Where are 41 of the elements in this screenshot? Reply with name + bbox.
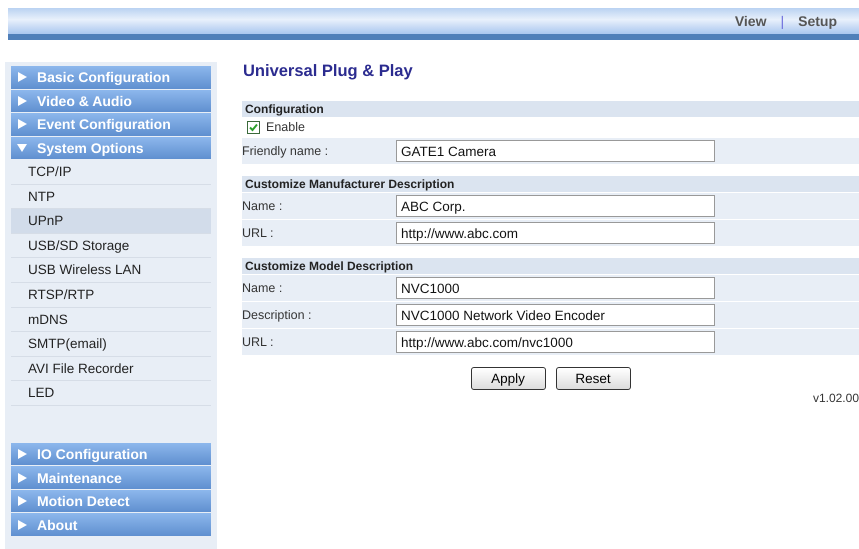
input-field[interactable]: http://www.abc.com <box>396 222 715 244</box>
form-button[interactable]: Reset <box>556 367 630 390</box>
menu-item[interactable]: SMTP(email) <box>11 332 211 357</box>
input-field[interactable]: ABC Corp. <box>396 195 715 217</box>
menu-item[interactable]: mDNS <box>11 308 211 332</box>
menu-item[interactable]: USB/SD Storage <box>11 234 211 258</box>
caret-down-icon <box>17 142 27 153</box>
page-title: Universal Plug & Play <box>243 62 414 81</box>
version-label: v1.02.00 <box>812 391 859 405</box>
nav-separator: | <box>780 13 784 29</box>
section-heading: Customize Manufacturer Description <box>242 176 859 192</box>
field-label: URL : <box>242 335 274 349</box>
form-button[interactable]: Apply <box>470 367 546 390</box>
input-field[interactable]: GATE1 Camera <box>396 140 715 162</box>
section-heading: Configuration <box>242 101 859 117</box>
input-field[interactable]: NVC1000 <box>396 277 715 299</box>
field-label: Name : <box>242 199 284 213</box>
caret-right-icon <box>17 496 27 506</box>
field-label: Name : <box>242 281 284 295</box>
input-field[interactable]: NVC1000 Network Video Encoder <box>396 304 715 326</box>
menu-item[interactable]: TCP/IP <box>11 160 211 185</box>
caret-right-icon <box>17 520 27 530</box>
menu-item[interactable]: UPnP <box>11 209 211 234</box>
checkbox[interactable] <box>247 120 260 134</box>
caret-right-icon <box>17 472 27 483</box>
menu-item[interactable]: LED <box>11 381 211 406</box>
nav-link[interactable]: Setup <box>798 13 837 29</box>
menu-item[interactable]: USB Wireless LAN <box>11 258 211 283</box>
caret-right-icon <box>17 96 27 106</box>
caret-right-icon <box>17 119 27 130</box>
caret-right-icon <box>17 72 27 82</box>
input-field[interactable]: http://www.abc.com/nvc1000 <box>396 331 715 353</box>
menu-item[interactable]: RTSP/RTP <box>11 282 211 308</box>
section-heading: Customize Model Description <box>242 258 859 274</box>
field-label: Friendly name : <box>242 144 330 158</box>
nav-link[interactable]: View <box>734 13 766 29</box>
caret-right-icon <box>17 449 27 460</box>
field-label: Description : <box>242 308 312 322</box>
menu-item[interactable]: AVI File Recorder <box>11 356 211 382</box>
checkbox-label: Enable <box>266 120 305 134</box>
field-label: URL : <box>242 226 274 240</box>
